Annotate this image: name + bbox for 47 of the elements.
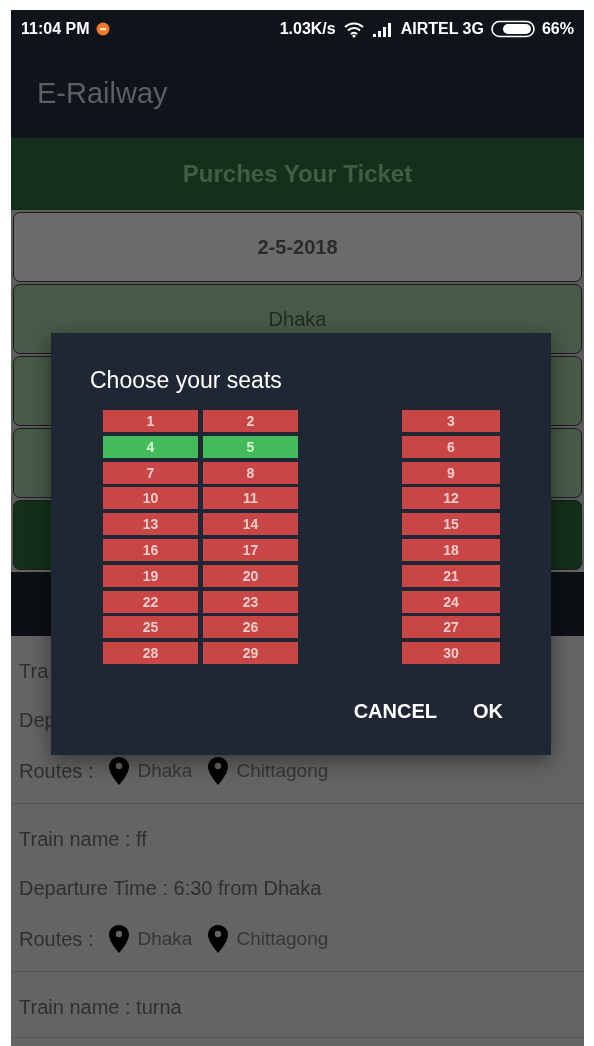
seat-button[interactable]: 21 xyxy=(402,564,500,587)
dialog-title: Choose your seats xyxy=(90,367,283,395)
seat-button[interactable]: 27 xyxy=(402,616,500,639)
seat-button[interactable]: 7 xyxy=(103,461,198,484)
location-pin-icon xyxy=(109,757,130,785)
network-speed: 1.03K/s xyxy=(279,20,336,38)
app-title: E-Railway xyxy=(37,76,168,110)
wifi-icon xyxy=(342,20,365,38)
seat-button[interactable]: 10 xyxy=(103,487,198,510)
battery-icon xyxy=(490,20,535,38)
seat-button[interactable]: 14 xyxy=(203,513,298,536)
seat-button[interactable]: 19 xyxy=(103,564,198,587)
seat-button[interactable]: 1 xyxy=(103,410,198,432)
seat-button[interactable]: 26 xyxy=(203,616,298,639)
seat-button[interactable]: 3 xyxy=(402,410,500,432)
seat-button[interactable]: 12 xyxy=(402,487,500,510)
location-pin-icon xyxy=(208,757,229,785)
seat-button[interactable]: 24 xyxy=(402,590,500,613)
seat-button[interactable]: 11 xyxy=(203,487,298,510)
seat-button[interactable]: 13 xyxy=(103,513,198,536)
form-field[interactable]: 2-5-2018 xyxy=(13,212,582,282)
location-pin-icon xyxy=(208,925,229,953)
seat-button[interactable]: 6 xyxy=(402,435,500,458)
seat-button[interactable]: 28 xyxy=(103,642,198,665)
battery-percent: 66% xyxy=(541,20,574,38)
seat-button[interactable]: 16 xyxy=(103,539,198,561)
seat-button[interactable]: 17 xyxy=(203,539,298,561)
location-pin-icon xyxy=(109,925,130,953)
seat-button[interactable]: 9 xyxy=(402,461,500,484)
seat-button[interactable]: 2 xyxy=(203,410,298,432)
seat-button[interactable]: 25 xyxy=(103,616,198,639)
seat-button[interactable]: 29 xyxy=(203,642,298,665)
seat-button[interactable]: 8 xyxy=(203,461,298,484)
seat-button[interactable]: 20 xyxy=(203,564,298,587)
seat-button[interactable]: 4 xyxy=(103,435,198,458)
seat-button[interactable]: 30 xyxy=(402,642,500,665)
seat-button[interactable]: 5 xyxy=(203,435,298,458)
seat-button[interactable]: 15 xyxy=(402,513,500,536)
dialog-button[interactable]: OK xyxy=(465,694,511,730)
signal-icon xyxy=(371,21,394,37)
carrier-name: AIRTEL 3G xyxy=(400,20,484,38)
clock-time: 11:04 PM xyxy=(21,20,90,38)
seat-button[interactable]: 18 xyxy=(402,539,500,561)
seat-button[interactable]: 22 xyxy=(103,590,198,613)
dialog-button[interactable]: CANCEL xyxy=(345,694,445,730)
notification-icon xyxy=(96,22,111,36)
seat-button[interactable]: 23 xyxy=(203,590,298,613)
